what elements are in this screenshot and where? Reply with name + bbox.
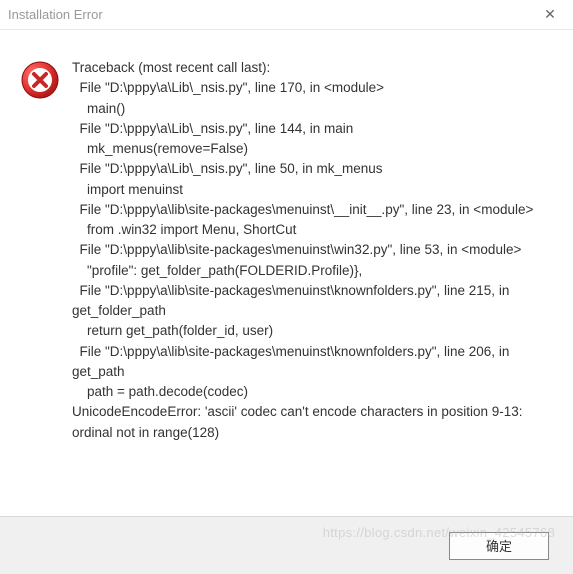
- dialog-content: Traceback (most recent call last): File …: [0, 30, 573, 516]
- ok-button[interactable]: 确定: [449, 532, 549, 560]
- error-icon: [20, 60, 60, 100]
- traceback-text: Traceback (most recent call last): File …: [72, 58, 561, 443]
- close-icon[interactable]: ✕: [535, 0, 565, 30]
- button-bar: 确定: [0, 516, 573, 574]
- titlebar: Installation Error ✕: [0, 0, 573, 30]
- window-title: Installation Error: [8, 7, 103, 22]
